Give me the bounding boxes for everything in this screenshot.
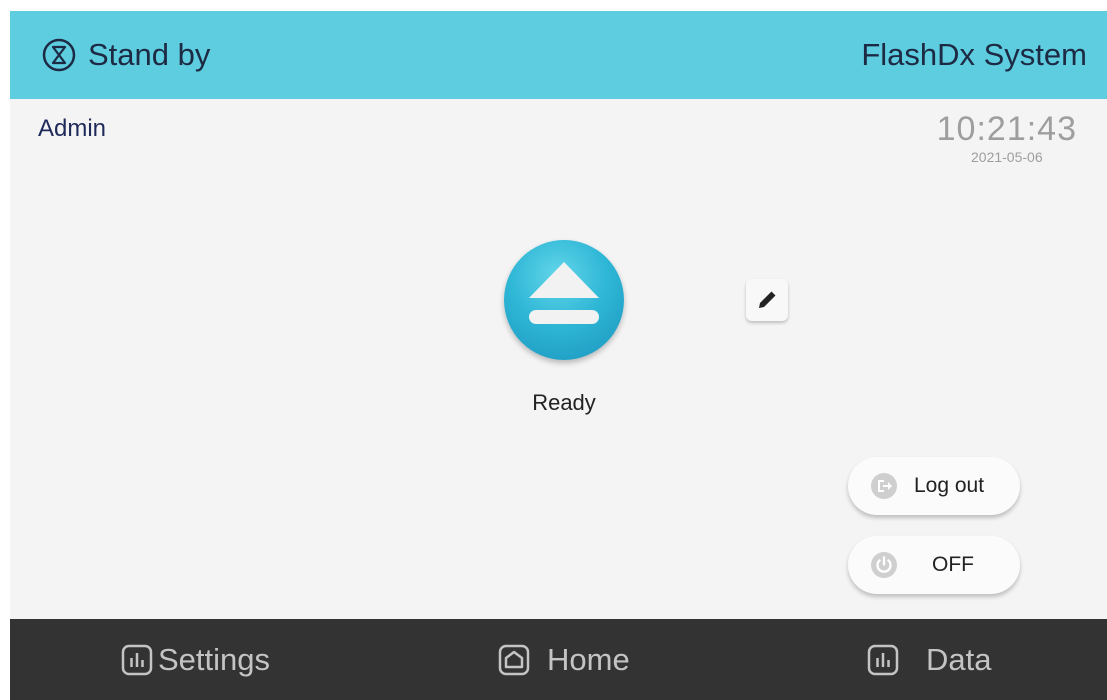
user-name: Admin: [38, 115, 107, 142]
home-icon: [498, 644, 530, 675]
clock-date: 2021-05-06: [971, 149, 1043, 165]
logout-button[interactable]: Log out: [848, 457, 1020, 515]
bottom-nav: Settings Home Data: [10, 619, 1107, 700]
logout-icon: [871, 473, 897, 499]
eject-button[interactable]: [504, 240, 624, 360]
header-bar: Stand by FlashDx System: [10, 11, 1107, 99]
power-icon: [871, 552, 897, 578]
clock-time: 10:21:43: [936, 110, 1077, 148]
nav-data-label: Data: [926, 641, 992, 677]
bar-chart-icon: [121, 644, 153, 675]
nav-data[interactable]: Data: [866, 619, 991, 700]
system-title: FlashDx System: [861, 37, 1087, 72]
nav-home[interactable]: Home: [497, 619, 630, 700]
eject-icon: [529, 262, 599, 324]
nav-home-label: Home: [547, 641, 630, 677]
clock: 10:21:43 2021-05-06: [937, 109, 1077, 165]
nav-settings[interactable]: Settings: [120, 619, 270, 700]
nav-settings-label: Settings: [158, 641, 271, 677]
power-off-button[interactable]: OFF: [848, 536, 1020, 594]
device-status: Stand by: [42, 37, 210, 73]
hourglass-icon: [42, 38, 76, 72]
device-ready-label: Ready: [532, 390, 596, 415]
bar-chart-icon: [867, 644, 899, 675]
app-screen: Stand by FlashDx System Admin 10:21:43 2…: [10, 11, 1107, 700]
pencil-icon: [759, 291, 776, 308]
edit-button[interactable]: [746, 279, 788, 321]
logout-label: Log out: [914, 474, 985, 497]
status-text: Stand by: [88, 37, 211, 72]
power-off-label: OFF: [932, 553, 974, 576]
